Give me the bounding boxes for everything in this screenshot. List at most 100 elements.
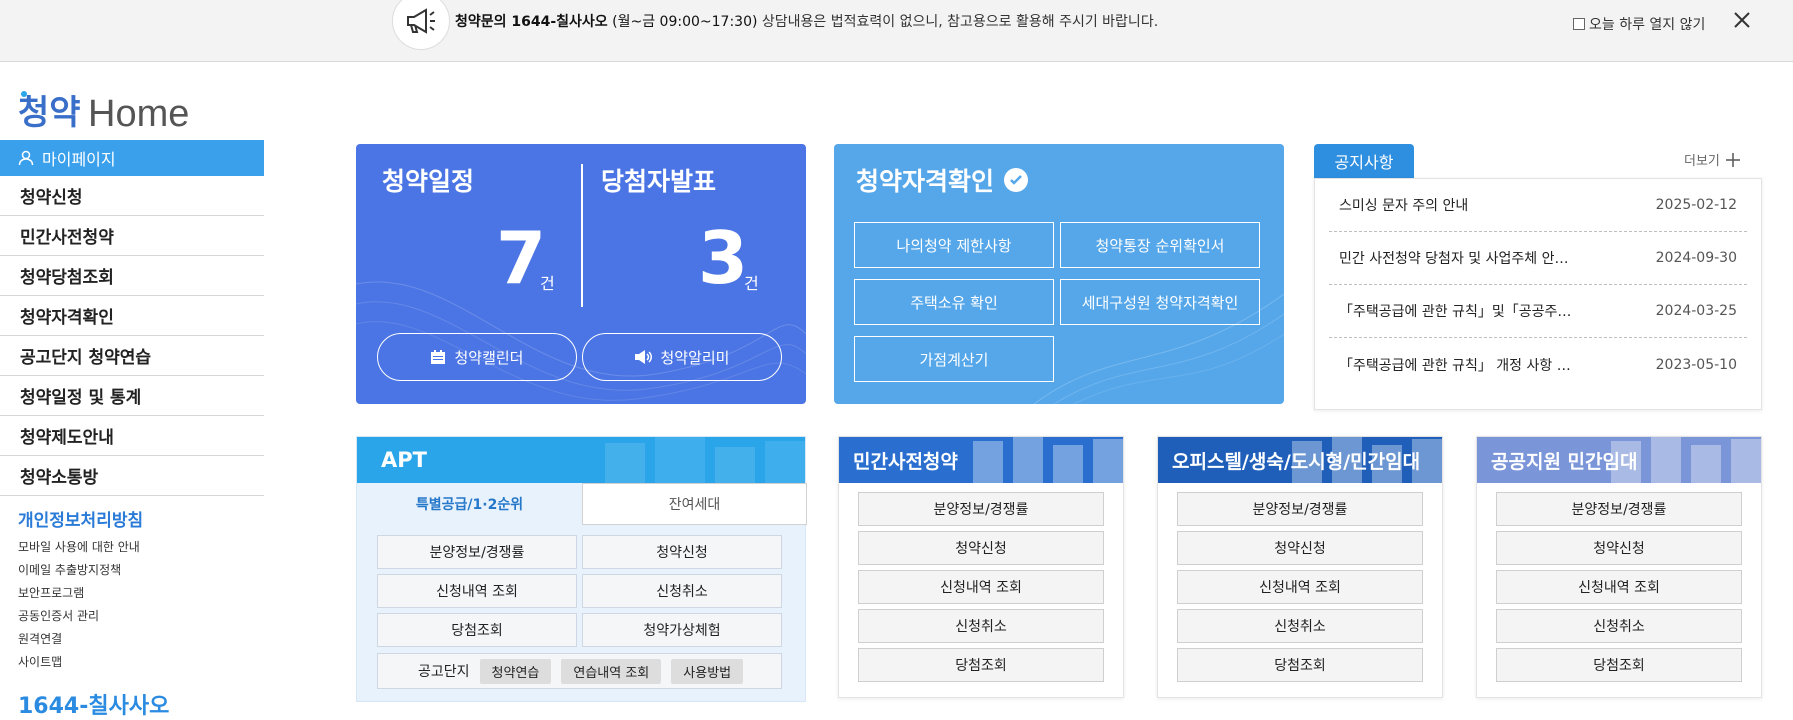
tab-special-supply[interactable]: 특별공급/1·2순위 [357, 483, 582, 525]
private-history-button[interactable]: 신청내역 조회 [858, 570, 1104, 604]
footer-link-sitemap[interactable]: 사이트맵 [18, 651, 140, 674]
list-item[interactable]: 「주택공급에 관한 규칙」및「공공주… 2024-03-25 [1329, 285, 1747, 338]
private-pre-header: 민간사전청약 [839, 437, 1123, 483]
public-rental-header: 공공지원 민간임대 [1477, 437, 1761, 483]
notice-title: 「주택공급에 관한 규칙」및「공공주… [1339, 304, 1572, 320]
practice-label: 공고단지 [418, 664, 470, 680]
qualification-title: 청약자격확인 [856, 162, 1029, 198]
public-winner-button[interactable]: 당첨조회 [1496, 648, 1742, 682]
megaphone-icon [392, 0, 450, 50]
public-rental-title: 공공지원 민간임대 [1491, 450, 1638, 473]
user-icon [18, 150, 34, 166]
alarm-button[interactable]: 청약알리미 [582, 333, 782, 381]
calendar-button-label: 청약캘린더 [454, 348, 524, 367]
alarm-button-label: 청약알리미 [660, 348, 730, 367]
public-apply-button[interactable]: 청약신청 [1496, 531, 1742, 565]
officetel-history-button[interactable]: 신청내역 조회 [1177, 570, 1423, 604]
sidebar-item-system-guide[interactable]: 청약제도안내 [0, 416, 264, 456]
notice-date: 2025-02-12 [1655, 197, 1737, 213]
public-sale-info-button[interactable]: 분양정보/경쟁률 [1496, 492, 1742, 526]
practice-history-button[interactable]: 연습내역 조회 [561, 658, 662, 684]
score-calculator-button[interactable]: 가점계산기 [854, 336, 1054, 382]
cheongyak-home-logo[interactable]: 청약 Home [18, 88, 193, 135]
household-qualification-button[interactable]: 세대구성원 청약자격확인 [1060, 279, 1260, 325]
tab-remaining-units[interactable]: 잔여세대 [582, 483, 807, 525]
apt-panel: APT 특별공급/1·2순위 잔여세대 분양정보/경쟁률 청약신청 신청내역 조… [356, 436, 807, 702]
close-icon[interactable] [1730, 8, 1754, 32]
inquiry-notice: 청약문의 1644-칠사사오 (월~금 09:00~17:30) 상담내용은 법… [455, 11, 1158, 31]
private-pre-title: 민간사전청약 [853, 450, 958, 473]
public-history-button[interactable]: 신청내역 조회 [1496, 570, 1742, 604]
house-ownership-button[interactable]: 주택소유 확인 [854, 279, 1054, 325]
sidebar-item-label: 청약제도안내 [20, 428, 114, 448]
public-cancel-button[interactable]: 신청취소 [1496, 609, 1742, 643]
footer-link-mobile[interactable]: 모바일 사용에 대한 안내 [18, 536, 140, 559]
officetel-cancel-button[interactable]: 신청취소 [1177, 609, 1423, 643]
sidebar-item-label: 청약일정 및 통계 [20, 388, 142, 408]
practice-button[interactable]: 청약연습 [479, 658, 552, 684]
list-item[interactable]: 스미싱 문자 주의 안내 2025-02-12 [1329, 179, 1747, 232]
apt-winner-button[interactable]: 당첨조회 [377, 613, 577, 647]
notice-date: 2023-05-10 [1655, 356, 1737, 373]
private-pre-panel: 민간사전청약 분양정보/경쟁률 청약신청 신청내역 조회 신청취소 당첨조회 [838, 436, 1124, 698]
sidebar-item-label: 청약소통방 [20, 468, 99, 488]
call-center-phone: 1644-칠사사오 [18, 694, 170, 719]
apt-sale-info-button[interactable]: 분양정보/경쟁률 [377, 535, 577, 569]
private-cancel-button[interactable]: 신청취소 [858, 609, 1104, 643]
list-item[interactable]: 민간 사전청약 당첨자 및 사업주체 안… 2024-09-30 [1329, 232, 1747, 285]
account-rank-button[interactable]: 청약통장 순위확인서 [1060, 222, 1260, 268]
sidebar-item-winner-lookup[interactable]: 청약당첨조회 [0, 256, 264, 296]
today-close-label: 오늘 하루 열지 않기 [1589, 17, 1706, 33]
apt-practice-row: 공고단지 청약연습 연습내역 조회 사용방법 [377, 653, 782, 689]
schedule-title: 청약일정 [382, 167, 475, 196]
officetel-winner-button[interactable]: 당첨조회 [1177, 648, 1423, 682]
notice-date: 2024-03-25 [1655, 303, 1737, 319]
today-close-checkbox[interactable] [1573, 18, 1585, 30]
footer-link-email[interactable]: 이메일 추출방지정책 [18, 559, 140, 582]
sidebar-item-label: 민간사전청약 [20, 228, 114, 248]
footer-link-certificate[interactable]: 공동인증서 관리 [18, 605, 140, 628]
schedule-count[interactable]: 7 [496, 222, 546, 294]
winner-announcement-title: 당첨자발표 [601, 167, 717, 196]
plus-icon [1725, 152, 1740, 167]
my-restrictions-button[interactable]: 나의청약 제한사항 [854, 222, 1054, 268]
private-winner-button[interactable]: 당첨조회 [858, 648, 1104, 682]
private-sale-info-button[interactable]: 분양정보/경쟁률 [858, 492, 1104, 526]
footer-link-security[interactable]: 보안프로그램 [18, 582, 140, 605]
inquiry-disclaimer: 상담내용은 법적효력이 없으니, 참고용으로 활용해 주시기 바랍니다. [761, 14, 1159, 30]
sidebar-item-label: 공고단지 청약연습 [20, 348, 152, 368]
notice-date: 2024-09-30 [1655, 250, 1737, 266]
privacy-policy-link[interactable]: 개인정보처리방침 [18, 506, 143, 531]
calendar-button[interactable]: 청약캘린더 [377, 333, 577, 381]
usage-guide-button[interactable]: 사용방법 [671, 658, 744, 684]
notice-title: 「주택공급에 관한 규칙」 개정 사항 … [1339, 357, 1571, 374]
notice-tab[interactable]: 공지사항 [1314, 144, 1414, 178]
sidebar-item-schedule-stats[interactable]: 청약일정 및 통계 [0, 376, 264, 416]
sidebar-item-apply[interactable]: 청약신청 [0, 176, 264, 216]
sidebar-mypage-label: 마이페이지 [42, 150, 116, 169]
sidebar-item-qualification[interactable]: 청약자격확인 [0, 296, 264, 336]
more-link[interactable]: 더보기 [1684, 150, 1740, 169]
notice-title: 민간 사전청약 당첨자 및 사업주체 안… [1339, 251, 1569, 267]
footer-link-remote[interactable]: 원격연결 [18, 628, 140, 651]
apt-history-button[interactable]: 신청내역 조회 [377, 574, 577, 608]
today-close-option[interactable]: 오늘 하루 열지 않기 [1573, 14, 1705, 34]
apt-virtual-experience-button[interactable]: 청약가상체험 [582, 613, 782, 647]
sidebar-item-private-pre[interactable]: 민간사전청약 [0, 216, 264, 256]
list-item[interactable]: 「주택공급에 관한 규칙」 개정 사항 … 2023-05-10 [1329, 338, 1747, 391]
private-apply-button[interactable]: 청약신청 [858, 531, 1104, 565]
apt-panel-header: APT [357, 437, 805, 483]
winner-count[interactable]: 3 [698, 222, 748, 294]
officetel-sale-info-button[interactable]: 분양정보/경쟁률 [1177, 492, 1423, 526]
qualification-title-text: 청약자격확인 [856, 167, 995, 196]
officetel-panel: 오피스텔/생숙/도시형/민간임대 분양정보/경쟁률 청약신청 신청내역 조회 신… [1157, 436, 1443, 698]
sidebar-item-practice[interactable]: 공고단지 청약연습 [0, 336, 264, 376]
svg-text:청약: 청약 [18, 94, 81, 132]
footer-links: 모바일 사용에 대한 안내 이메일 추출방지정책 보안프로그램 공동인증서 관리… [18, 536, 140, 674]
sidebar-item-mypage[interactable]: 마이페이지 [0, 140, 264, 176]
apt-cancel-button[interactable]: 신청취소 [582, 574, 782, 608]
apt-apply-button[interactable]: 청약신청 [582, 535, 782, 569]
sidebar-item-label: 청약자격확인 [20, 308, 114, 328]
officetel-apply-button[interactable]: 청약신청 [1177, 531, 1423, 565]
sidebar-item-community[interactable]: 청약소통방 [0, 456, 264, 496]
